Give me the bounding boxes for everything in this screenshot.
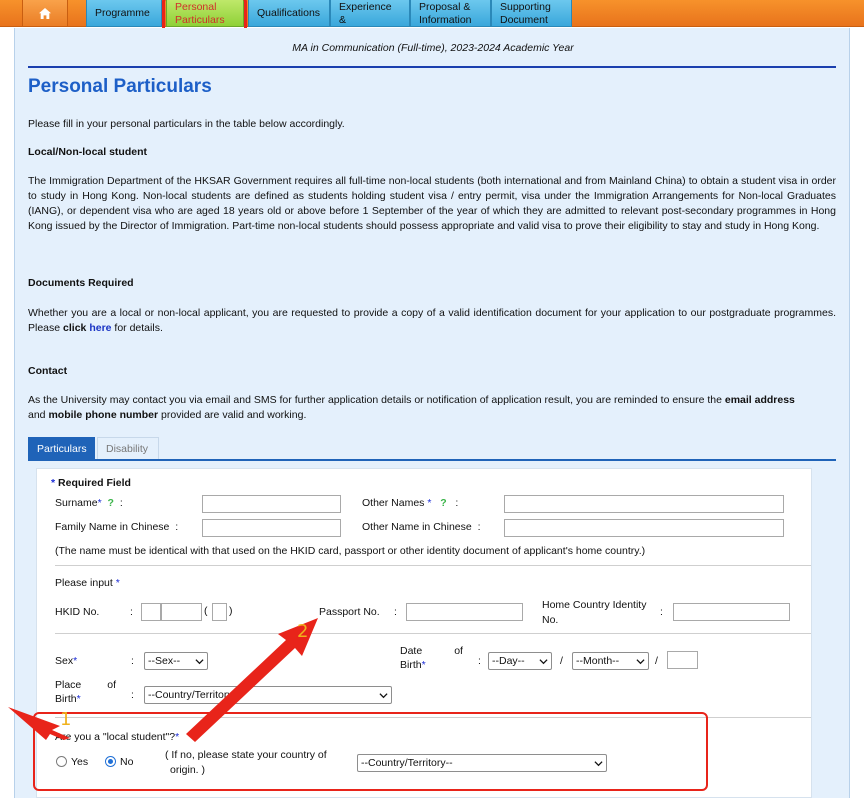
local-yes-label: Yes (71, 756, 89, 768)
family-name-chinese-input[interactable] (202, 519, 341, 537)
country-of-origin-select[interactable]: --Country/Territory-- (357, 754, 607, 772)
particulars-form: * Required Field Surname* ? : Other Name… (36, 468, 812, 798)
home-button[interactable] (22, 0, 68, 26)
nav-tab-proposal-information[interactable]: Proposal & Information (410, 0, 491, 27)
top-navigation-bar: Programme Personal Particulars Qualifica… (0, 0, 864, 27)
surname-label: Surname* ? : (55, 497, 123, 509)
passport-input[interactable] (406, 603, 523, 621)
name-note: (The name must be identical with that us… (55, 545, 646, 557)
divider (55, 717, 811, 718)
local-heading: Local/Non-local student (28, 146, 148, 158)
annotation-label-1: 1 (60, 709, 72, 730)
tab-disability[interactable]: Disability (97, 437, 159, 459)
chevron-down-icon (379, 693, 388, 699)
chevron-down-icon (594, 761, 603, 767)
place-of-birth-label: Place of Birth* (55, 679, 117, 705)
local-no-radio[interactable] (105, 756, 116, 767)
nav-tab-programme[interactable]: Programme (86, 0, 162, 27)
sex-label: Sex* (55, 655, 78, 667)
hkid-prefix-input[interactable] (141, 603, 161, 621)
hkid-number-input[interactable] (161, 603, 202, 621)
contact-heading: Contact (28, 365, 68, 377)
home-icon (39, 7, 51, 19)
divider (55, 565, 811, 566)
other-name-chinese-label: Other Name in Chinese : (362, 521, 481, 533)
please-input-label: Please input * (55, 577, 120, 589)
subtab-divider (28, 459, 836, 461)
dob-day-select[interactable]: --Day-- (488, 652, 552, 670)
other-names-input[interactable] (504, 495, 784, 513)
surname-help-icon[interactable]: ? (108, 497, 114, 509)
local-yes-radio[interactable] (56, 756, 67, 767)
chevron-down-icon (539, 659, 548, 665)
sex-select[interactable]: --Sex-- (144, 652, 208, 670)
tab-particulars[interactable]: Particulars (28, 437, 95, 459)
documents-body: Whether you are a local or non-local app… (28, 307, 836, 334)
documents-heading: Documents Required (28, 277, 134, 289)
family-name-chinese-label: Family Name in Chinese : (55, 521, 179, 533)
place-of-birth-select[interactable]: --Country/Territory-- (144, 686, 392, 704)
required-field-note: * Required Field (51, 477, 131, 489)
annotation-label-2: 2 (297, 621, 309, 642)
local-no-label: No (120, 756, 134, 768)
content-panel: MA in Communication (Full-time), 2023-20… (14, 28, 850, 798)
divider (55, 633, 811, 634)
dob-label: Date of Birth* (400, 645, 463, 671)
dob-month-select[interactable]: --Month-- (572, 652, 649, 670)
local-student-question: Are you a "local student"?* (55, 731, 180, 743)
dob-year-input[interactable] (667, 651, 698, 669)
programme-title: MA in Communication (Full-time), 2023-20… (292, 42, 574, 54)
home-country-id-input[interactable] (673, 603, 790, 621)
nav-tab-personal-particulars[interactable]: Personal Particulars (166, 0, 244, 27)
nav-tab-qualifications[interactable]: Qualifications (248, 0, 330, 27)
other-name-chinese-input[interactable] (504, 519, 784, 537)
contact-body: As the University may contact you via em… (28, 394, 795, 421)
chevron-down-icon (636, 659, 645, 665)
intro-text: Please fill in your personal particulars… (28, 118, 345, 130)
page-title: Personal Particulars (28, 76, 212, 97)
nav-tab-experience[interactable]: Experience & (330, 0, 410, 27)
nav-tab-supporting-document[interactable]: Supporting Document (491, 0, 572, 27)
local-body: The Immigration Department of the HKSAR … (28, 175, 836, 232)
hkid-label: HKID No. (55, 606, 100, 618)
other-names-label: Other Names * ? : (362, 497, 459, 509)
hkid-check-digit-input[interactable] (212, 603, 227, 621)
passport-label: Passport No. (319, 606, 380, 618)
chevron-down-icon (195, 659, 204, 665)
other-names-help-icon[interactable]: ? (440, 497, 446, 509)
home-country-id-label: Home Country Identity No. (542, 599, 647, 626)
origin-note: ( If no, please state your country of ori… (165, 749, 327, 776)
title-divider (28, 66, 836, 68)
here-link[interactable]: here (89, 322, 111, 334)
surname-input[interactable] (202, 495, 341, 513)
